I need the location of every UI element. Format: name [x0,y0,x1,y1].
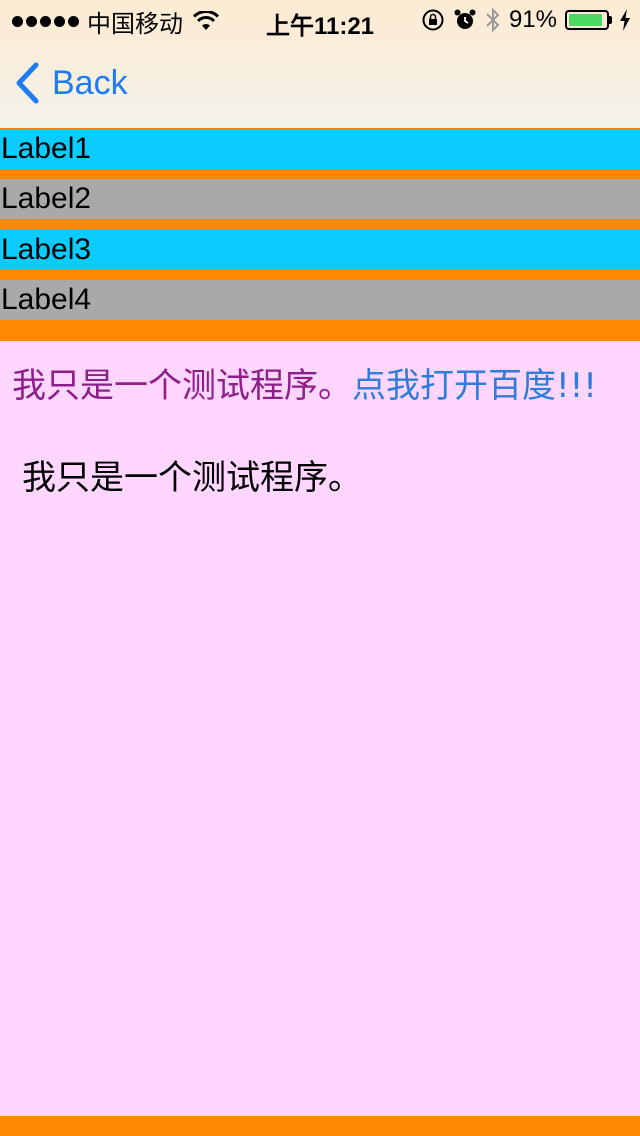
rich-text-label: 我只是一个测试程序。点我打开百度!!! [12,363,624,410]
navigation-bar: Back [0,40,640,128]
chevron-left-icon [16,62,39,104]
back-label: Back [52,63,128,102]
back-button[interactable]: Back [14,62,128,104]
label-row-2: Label2 [0,179,640,219]
status-bar: 中国移动 上午11:21 91% [0,0,640,40]
battery-fill [569,14,602,26]
header: 中国移动 上午11:21 91% Back [0,0,640,128]
alarm-icon [454,9,476,29]
rich-text-plain: 我只是一个测试程序。 [12,366,352,406]
battery-icon [565,10,612,30]
open-baidu-link[interactable]: 点我打开百度!!! [352,366,597,406]
label-row-3: Label3 [0,230,640,270]
label-row-4: Label4 [0,280,640,320]
battery-percent: 91% [508,6,557,33]
plain-text-label: 我只是一个测试程序。 [22,458,362,498]
orientation-lock-icon [422,9,444,31]
status-right: 91% [421,6,630,34]
bluetooth-icon [486,7,500,33]
label-row-1: Label1 [0,129,640,169]
content-area: 我只是一个测试程序。点我打开百度!!! 我只是一个测试程序。 [0,341,640,1116]
charging-bolt-icon [620,9,630,31]
